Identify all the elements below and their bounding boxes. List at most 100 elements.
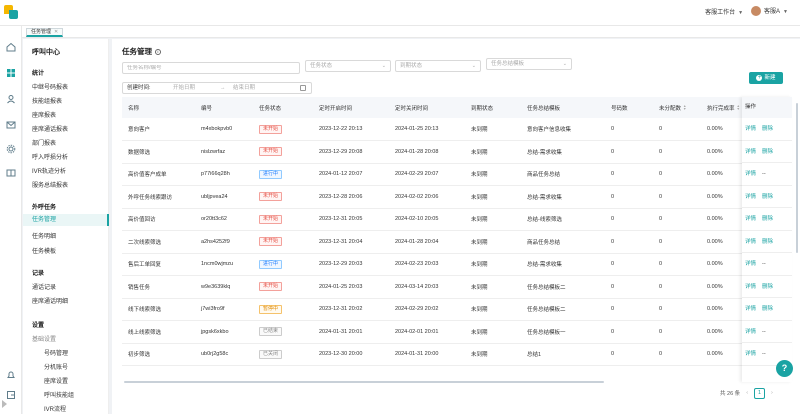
- search-input[interactable]: [122, 62, 300, 74]
- detail-link[interactable]: 详情: [745, 126, 756, 132]
- gear-icon[interactable]: [6, 144, 16, 154]
- cell-numbers: 0: [605, 253, 653, 276]
- table-row: 售后工单回复 1ncm0wjmzu 进行中 2023-12-29 20:03 2024-…: [122, 253, 744, 276]
- delete-link[interactable]: 删除: [762, 126, 773, 132]
- page-button[interactable]: 1: [754, 387, 766, 399]
- cell-rate: 0.00%: [701, 275, 744, 299]
- icon-rail: [0, 26, 22, 414]
- table-header: 名称 编号 任务状态 定时开启时间 定时关闭时间 到期状态 任务总结模板 号码数…: [122, 97, 744, 118]
- delete-link[interactable]: 删除: [762, 216, 773, 222]
- app-logo: [4, 5, 18, 19]
- chevron-down-icon: ▼: [783, 9, 788, 15]
- cell-name: 意向客户: [122, 118, 195, 141]
- expire-status-select[interactable]: 到期状态 ⌄: [395, 60, 481, 72]
- detail-link[interactable]: 详情: [745, 306, 756, 312]
- cell-rate: 0.00%: [701, 118, 744, 141]
- bell-icon[interactable]: [6, 370, 16, 380]
- user-menu[interactable]: 客服A ▼: [751, 6, 788, 17]
- menu-item-call-records[interactable]: 通话记录: [32, 282, 56, 291]
- user-icon[interactable]: [6, 94, 16, 104]
- menu-item-trunk-report[interactable]: 中继号码报表: [32, 82, 68, 91]
- help-button[interactable]: ?: [776, 360, 793, 377]
- col-unassigned[interactable]: 未分配数 ▲ ▼: [653, 97, 701, 118]
- menu-item-agent-report[interactable]: 座席报表: [32, 110, 56, 119]
- delete-link[interactable]: 删除: [762, 149, 773, 155]
- delete-link[interactable]: 删除: [762, 239, 773, 245]
- cell-template: 商品任务总结: [521, 230, 605, 254]
- created-date-range[interactable]: 创建时间: 开始日期 → 结束日期: [122, 82, 312, 94]
- menu-item-ivr-trace[interactable]: IVR轨迹分析: [32, 166, 66, 175]
- cell-expire: 未到期: [465, 140, 521, 164]
- col-template: 任务总结模板: [521, 97, 605, 118]
- menu-item-skill-report[interactable]: 技能组报表: [32, 96, 62, 105]
- chevron-down-icon: ⌄: [381, 63, 386, 69]
- end-date[interactable]: 结束日期: [233, 83, 255, 93]
- detail-link[interactable]: 详情: [745, 216, 756, 222]
- table-row: 外呼任务线索跟访 ubljpvea24 未开始 2023-12-28 20:06 202…: [122, 185, 744, 209]
- task-status-select[interactable]: 任务状态 ⌄: [305, 60, 391, 72]
- sort-icon[interactable]: ▲ ▼: [737, 104, 740, 111]
- cell-status: 未开始: [253, 140, 313, 164]
- grid-icon[interactable]: [6, 68, 16, 78]
- cell-rate: 0.00%: [701, 163, 744, 186]
- prev-page-icon[interactable]: ‹: [746, 390, 748, 396]
- cell-start: 2024-01-25 20:03: [313, 275, 389, 299]
- home-icon[interactable]: [6, 42, 16, 52]
- workbench-switcher[interactable]: 客服工作台 ▼: [705, 7, 743, 16]
- delete-link[interactable]: 删除: [762, 194, 773, 200]
- menu-item-inbound-loss[interactable]: 呼入呼损分析: [32, 152, 68, 161]
- status-badge: 已结束: [259, 327, 283, 337]
- cell-name: 高价值回访: [122, 208, 195, 231]
- cell-code: w9e3639klq: [195, 275, 253, 299]
- no-action: --: [762, 328, 766, 335]
- book-icon[interactable]: [6, 168, 16, 178]
- menu-item-summary-report[interactable]: 服务总结报表: [32, 180, 68, 189]
- menu-item-agent-call-report[interactable]: 座席通话报表: [32, 124, 68, 133]
- template-select[interactable]: 任务总结模板 ⌄: [486, 58, 572, 70]
- collapse-arrow-icon[interactable]: [2, 400, 7, 408]
- sort-icon[interactable]: ▲ ▼: [683, 104, 686, 111]
- menu-item-basic-settings[interactable]: 基础设置: [32, 334, 56, 343]
- info-icon[interactable]: i: [155, 49, 161, 55]
- detail-link[interactable]: 详情: [745, 149, 756, 155]
- close-icon[interactable]: ✕: [54, 29, 58, 35]
- detail-link[interactable]: 详情: [745, 194, 756, 200]
- tab-task-management[interactable]: 任务管理 ✕: [26, 28, 64, 37]
- cell-code: ub0rj2g58c: [195, 343, 253, 366]
- table-row: 销售任务 w9e3639klq 未开始 2024-01-25 20:03 2024-03…: [122, 275, 744, 299]
- menu-item-number-management[interactable]: 号码管理: [44, 348, 68, 357]
- detail-link[interactable]: 详情: [745, 351, 756, 357]
- cell-status: 进行中: [253, 163, 313, 186]
- delete-link[interactable]: 删除: [762, 284, 773, 290]
- menu-item-agent-settings[interactable]: 座席设置: [44, 376, 68, 385]
- menu-item-task-detail[interactable]: 任务明细: [32, 231, 56, 240]
- detail-link[interactable]: 详情: [745, 171, 756, 177]
- cell-status: 已关闭: [253, 343, 313, 366]
- vertical-scrollbar[interactable]: [796, 99, 799, 379]
- start-date[interactable]: 开始日期: [173, 83, 195, 93]
- menu-item-skill-groups[interactable]: 呼叫技能组: [44, 390, 74, 399]
- cell-numbers: 0: [605, 118, 653, 141]
- exit-icon[interactable]: [6, 390, 16, 400]
- mail-icon[interactable]: [6, 120, 16, 130]
- horizontal-scrollbar[interactable]: [122, 380, 744, 384]
- cell-numbers: 0: [605, 320, 653, 344]
- menu-item-ivr-flow[interactable]: IVR流程: [44, 404, 66, 413]
- col-rate[interactable]: 执行完成率 ▲ ▼: [701, 97, 744, 118]
- menu-item-task-management[interactable]: 任务管理: [23, 214, 109, 226]
- table-row: 线下线索筛选 j7wi3fro9f 暂停中 2023-12-31 20:02 2024-…: [122, 298, 744, 321]
- detail-link[interactable]: 详情: [745, 239, 756, 245]
- detail-link[interactable]: 详情: [745, 261, 756, 267]
- avatar: [751, 6, 762, 17]
- next-page-icon[interactable]: ›: [771, 390, 773, 396]
- detail-link[interactable]: 详情: [745, 284, 756, 290]
- new-task-button[interactable]: + 新建: [749, 72, 783, 84]
- menu-item-task-template[interactable]: 任务模板: [32, 246, 56, 255]
- menu-item-agent-call-detail[interactable]: 座席通话明细: [32, 296, 68, 305]
- detail-link[interactable]: 详情: [745, 329, 756, 335]
- delete-link[interactable]: 删除: [762, 306, 773, 312]
- menu-item-extension-account[interactable]: 分机账号: [44, 362, 68, 371]
- menu-item-dept-report[interactable]: 部门报表: [32, 138, 56, 147]
- cell-expire: 未到期: [465, 275, 521, 299]
- search-input-field[interactable]: [127, 65, 282, 71]
